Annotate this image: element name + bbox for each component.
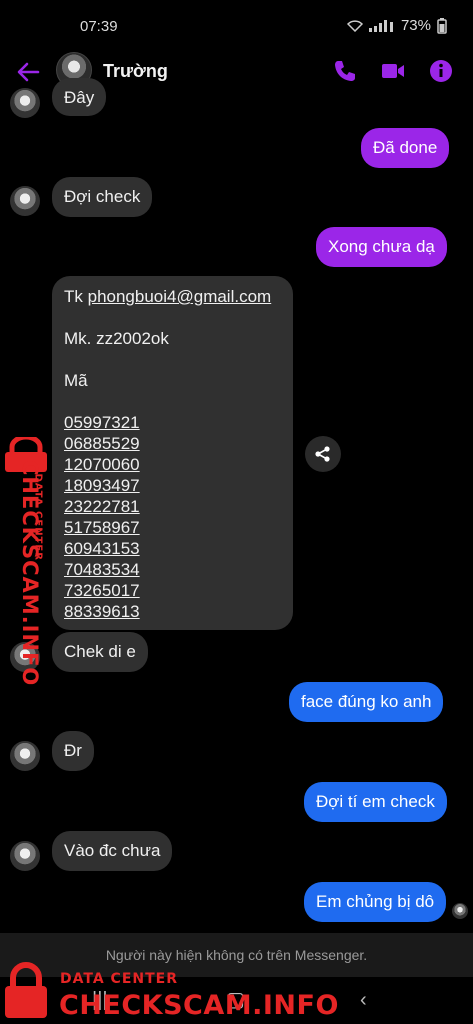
watermark-side-top: DATA CENTER: [32, 473, 44, 561]
account-line: Tk phongbuoi4@gmail.com: [64, 286, 281, 307]
message-text: Em chủng bị dô: [316, 892, 435, 911]
message-text: Chek di e: [64, 642, 136, 661]
status-bar: 07:39 73%: [0, 0, 473, 50]
code-link[interactable]: 70483534: [64, 559, 281, 580]
contact-avatar-small: [10, 741, 40, 771]
account-label: Tk: [64, 287, 88, 306]
message-received[interactable]: Đây: [52, 78, 107, 116]
message-text: Đr: [64, 741, 82, 760]
message-received-credentials[interactable]: Tk phongbuoi4@gmail.com Mk. zz2002ok Mã …: [52, 276, 293, 630]
watermark-lock-icon-bottom: [5, 962, 47, 1018]
contact-avatar-small: [10, 841, 40, 871]
message-text: Đã done: [373, 138, 438, 157]
contact-avatar-small: [10, 88, 40, 118]
status-icons: 73%: [346, 17, 447, 34]
password-line: Mk. zz2002ok: [64, 329, 169, 348]
message-sent[interactable]: Đã done: [361, 128, 450, 168]
info-icon[interactable]: [428, 58, 454, 84]
email-link[interactable]: phongbuoi4@gmail.com: [88, 287, 272, 306]
code-link[interactable]: 05997321: [64, 412, 281, 433]
message-received[interactable]: Đợi check: [52, 177, 153, 217]
message-sent[interactable]: Đợi tí em check: [304, 782, 447, 822]
message-received[interactable]: Chek di e: [52, 632, 148, 672]
message-sent[interactable]: Xong chưa dạ: [316, 227, 447, 267]
code-link[interactable]: 12070060: [64, 454, 281, 475]
code-link[interactable]: 23222781: [64, 496, 281, 517]
wifi-icon: [346, 19, 363, 32]
status-time: 07:39: [80, 18, 118, 35]
message-sent[interactable]: face đúng ko anh: [289, 682, 444, 722]
phone-icon[interactable]: [332, 58, 358, 84]
message-text: Đợi check: [64, 187, 141, 206]
watermark-bottom-top: DATA CENTER: [60, 971, 178, 987]
message-sent[interactable]: Em chủng bị dô: [304, 882, 447, 922]
back-arrow-icon[interactable]: [14, 58, 42, 86]
message-text: Xong chưa dạ: [328, 237, 435, 256]
message-text: Vào đc chưa: [64, 841, 161, 860]
seen-avatar: [452, 903, 468, 919]
share-icon: [315, 446, 330, 462]
signal-icon: [368, 19, 393, 32]
message-text: Đây: [64, 88, 95, 107]
contact-avatar-small: [10, 186, 40, 216]
code-label: Mã: [64, 371, 88, 390]
code-link[interactable]: 88339613: [64, 601, 281, 622]
code-link[interactable]: 18093497: [64, 475, 281, 496]
message-text: Đợi tí em check: [316, 792, 435, 811]
video-call-icon[interactable]: [380, 58, 406, 84]
code-link[interactable]: 51758967: [64, 517, 281, 538]
message-text: face đúng ko anh: [301, 692, 432, 711]
message-received[interactable]: Vào đc chưa: [52, 831, 173, 871]
share-button[interactable]: [305, 436, 341, 472]
battery-level: 73%: [400, 17, 431, 34]
contact-name[interactable]: Trường: [103, 61, 168, 82]
system-back-icon[interactable]: ‹: [360, 989, 367, 1012]
message-received[interactable]: Đr: [52, 731, 94, 771]
watermark-bottom-main: CHECKSCAM.INFO: [59, 990, 339, 1021]
battery-icon: [437, 17, 447, 34]
code-link[interactable]: 60943153: [64, 538, 281, 559]
code-link[interactable]: 06885529: [64, 433, 281, 454]
code-link[interactable]: 73265017: [64, 580, 281, 601]
